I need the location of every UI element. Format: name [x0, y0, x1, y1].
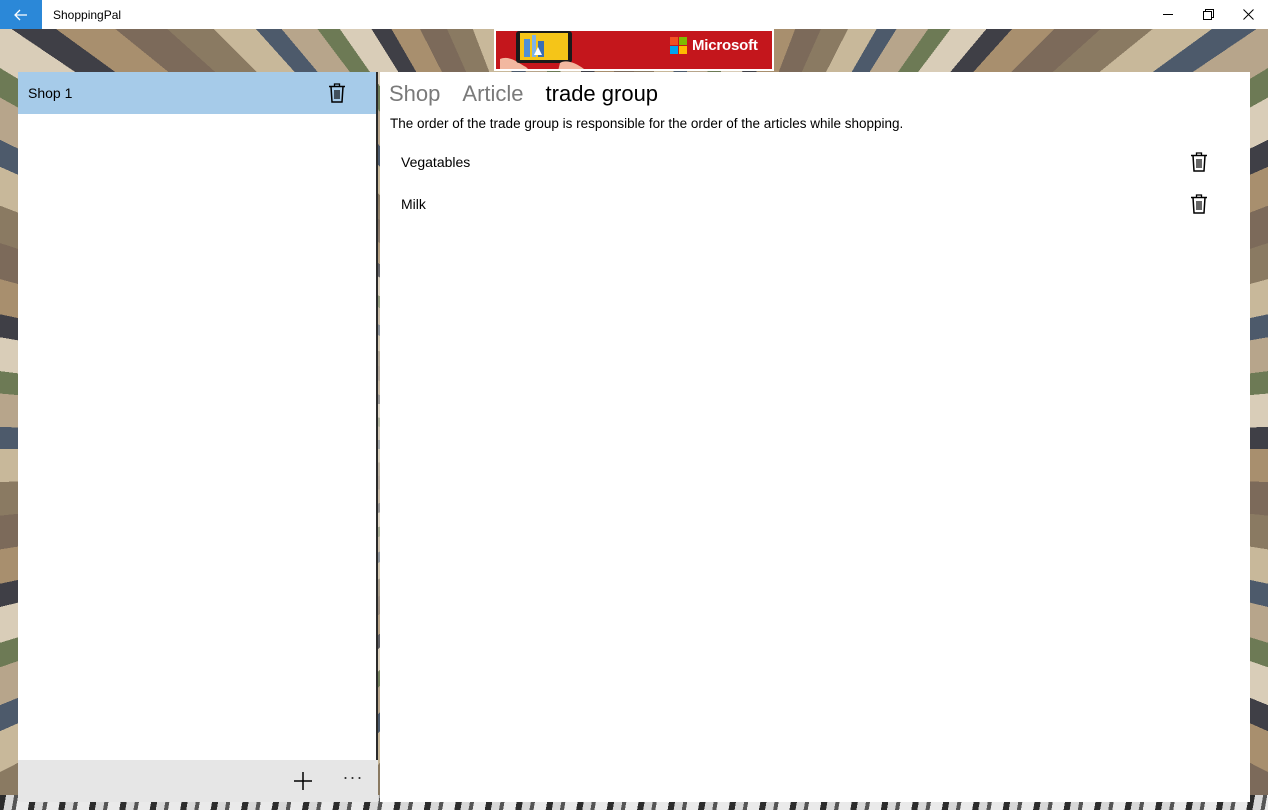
- restore-button[interactable]: [1188, 0, 1228, 29]
- trade-group-label: Vegatables: [401, 154, 471, 170]
- minimize-icon: [1162, 14, 1173, 15]
- detail-pane: Shop Article trade group The order of th…: [380, 72, 1250, 802]
- trade-group-list: Vegatables Milk: [380, 141, 1250, 225]
- back-button[interactable]: [0, 0, 42, 29]
- add-icon: [294, 772, 312, 790]
- back-arrow-icon: [14, 9, 27, 20]
- trade-group-description: The order of the trade group is responsi…: [390, 116, 904, 131]
- restore-icon: [1202, 9, 1214, 20]
- trade-group-row[interactable]: Milk: [380, 183, 1250, 225]
- trash-icon[interactable]: [328, 83, 346, 103]
- tab-trade-group[interactable]: trade group: [546, 80, 659, 110]
- tab-shop[interactable]: Shop: [389, 80, 440, 110]
- tab-article[interactable]: Article: [462, 80, 523, 110]
- shop-list-pane: Shop 1 ···: [18, 72, 378, 802]
- add-button[interactable]: [278, 760, 328, 802]
- title-bar: ShoppingPal: [0, 0, 1268, 29]
- ad-banner-content: Microsoft: [496, 31, 772, 69]
- command-bar: ···: [18, 760, 378, 802]
- window-controls: [1148, 0, 1268, 29]
- minimize-button[interactable]: [1148, 0, 1188, 29]
- trash-icon[interactable]: [1190, 152, 1208, 172]
- pivot-tabs: Shop Article trade group: [380, 72, 1250, 110]
- close-icon: [1242, 9, 1254, 20]
- app-title: ShoppingPal: [53, 7, 122, 22]
- close-button[interactable]: [1228, 0, 1268, 29]
- trade-group-label: Milk: [401, 196, 426, 212]
- shop-list-item[interactable]: Shop 1: [18, 72, 376, 114]
- tablet-illustration: [500, 31, 584, 69]
- ad-banner[interactable]: Microsoft: [494, 29, 774, 71]
- trade-group-row[interactable]: Vegatables: [380, 141, 1250, 183]
- ad-logo: Microsoft: [670, 37, 758, 54]
- shop-item-label: Shop 1: [28, 85, 73, 101]
- more-icon: ···: [342, 766, 364, 787]
- ad-brand: Microsoft: [692, 37, 758, 54]
- more-button[interactable]: ···: [328, 760, 378, 802]
- microsoft-logo-icon: [670, 37, 687, 54]
- trash-icon[interactable]: [1190, 194, 1208, 214]
